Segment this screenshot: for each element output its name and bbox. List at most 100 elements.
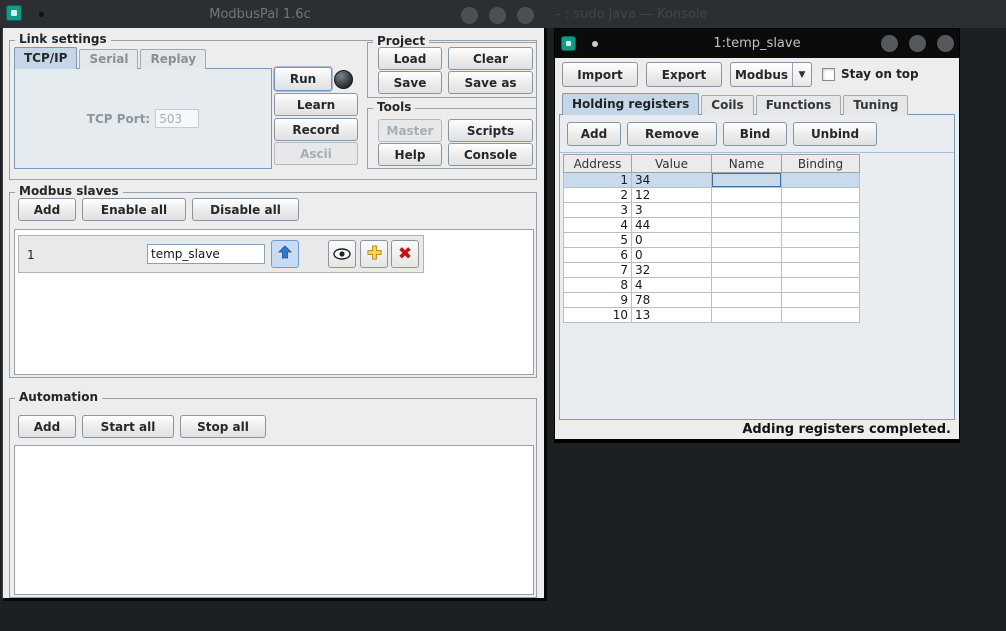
slave-row[interactable]: 1 ✖ (18, 235, 424, 273)
maximize-button[interactable] (489, 7, 506, 24)
register-cell-value[interactable]: 44 (632, 218, 712, 233)
toggle-visibility-button[interactable] (328, 240, 356, 268)
register-row[interactable]: 33 (564, 203, 860, 218)
modbus-slaves-group: Modbus slaves Add Enable all Disable all… (9, 192, 537, 378)
slave-maximize-button[interactable] (909, 35, 926, 52)
tab-replay[interactable]: Replay (140, 49, 206, 69)
save-as-button[interactable]: Save as (448, 71, 533, 94)
register-cell-binding[interactable] (782, 233, 860, 248)
register-cell-value[interactable]: 0 (632, 233, 712, 248)
register-row[interactable]: 732 (564, 263, 860, 278)
clear-button[interactable]: Clear (448, 47, 533, 70)
register-row[interactable]: 212 (564, 188, 860, 203)
tab-serial[interactable]: Serial (79, 49, 138, 69)
register-cell-address[interactable]: 1 (564, 173, 632, 188)
disable-all-button[interactable]: Disable all (192, 198, 299, 221)
bind-button[interactable]: Bind (723, 122, 787, 146)
register-row[interactable]: 84 (564, 278, 860, 293)
register-cell-value[interactable]: 32 (632, 263, 712, 278)
slave-name-field[interactable] (147, 244, 265, 264)
record-button[interactable]: Record (274, 118, 358, 141)
register-cell-address[interactable]: 6 (564, 248, 632, 263)
add-register-button[interactable]: Add (567, 122, 621, 146)
tab-tuning[interactable]: Tuning (843, 95, 908, 115)
register-cell-value[interactable]: 3 (632, 203, 712, 218)
register-row[interactable]: 60 (564, 248, 860, 263)
console-button[interactable]: Console (448, 143, 533, 166)
register-cell-value[interactable]: 78 (632, 293, 712, 308)
add-automation-list-button[interactable]: Add (18, 415, 76, 438)
col-header-value[interactable]: Value (632, 155, 712, 173)
delete-slave-button[interactable]: ✖ (391, 240, 419, 268)
register-cell-binding[interactable] (782, 263, 860, 278)
register-row[interactable]: 134 (564, 173, 860, 188)
register-cell-binding[interactable] (782, 278, 860, 293)
register-cell-name[interactable] (712, 203, 782, 218)
register-cell-name[interactable] (712, 188, 782, 203)
register-cell-address[interactable]: 4 (564, 218, 632, 233)
register-cell-name[interactable] (712, 263, 782, 278)
close-button[interactable] (517, 7, 534, 24)
register-cell-binding[interactable] (782, 188, 860, 203)
minimize-button[interactable] (461, 7, 478, 24)
learn-button[interactable]: Learn (274, 93, 358, 116)
tab-holding-registers[interactable]: Holding registers (562, 93, 699, 115)
show-slave-window-button[interactable] (271, 240, 299, 268)
scripts-button[interactable]: Scripts (448, 119, 533, 142)
tab-coils[interactable]: Coils (701, 95, 753, 115)
col-header-name[interactable]: Name (712, 155, 782, 173)
register-cell-value[interactable]: 0 (632, 248, 712, 263)
enable-all-button[interactable]: Enable all (82, 198, 186, 221)
col-header-address[interactable]: Address (564, 155, 632, 173)
save-button[interactable]: Save (378, 71, 442, 94)
register-cell-binding[interactable] (782, 248, 860, 263)
stop-all-button[interactable]: Stop all (180, 415, 266, 438)
add-slave-button[interactable]: Add (18, 198, 76, 221)
register-row[interactable]: 50 (564, 233, 860, 248)
help-button[interactable]: Help (378, 143, 442, 166)
register-cell-name[interactable] (712, 293, 782, 308)
export-button[interactable]: Export (646, 62, 722, 87)
unbind-button[interactable]: Unbind (793, 122, 877, 146)
import-button[interactable]: Import (562, 62, 638, 87)
register-row[interactable]: 444 (564, 218, 860, 233)
register-cell-binding[interactable] (782, 218, 860, 233)
register-cell-value[interactable]: 34 (632, 173, 712, 188)
register-cell-name[interactable] (712, 233, 782, 248)
slave-close-button[interactable] (937, 35, 954, 52)
register-cell-binding[interactable] (782, 293, 860, 308)
stay-on-top-checkbox[interactable] (822, 68, 835, 81)
register-cell-name[interactable] (712, 308, 782, 323)
start-all-button[interactable]: Start all (82, 415, 174, 438)
add-automation-button[interactable] (360, 240, 388, 268)
remove-register-button[interactable]: Remove (627, 122, 717, 146)
slave-minimize-button[interactable] (881, 35, 898, 52)
register-cell-binding[interactable] (782, 308, 860, 323)
register-cell-name[interactable] (712, 248, 782, 263)
run-button[interactable]: Run (274, 67, 332, 91)
register-cell-binding[interactable] (782, 203, 860, 218)
register-cell-name[interactable] (712, 218, 782, 233)
tab-functions[interactable]: Functions (756, 95, 842, 115)
register-cell-address[interactable]: 9 (564, 293, 632, 308)
register-row[interactable]: 978 (564, 293, 860, 308)
register-cell-binding[interactable] (782, 173, 860, 188)
register-cell-address[interactable]: 5 (564, 233, 632, 248)
register-cell-address[interactable]: 7 (564, 263, 632, 278)
table-header-row: Address Value Name Binding (564, 155, 860, 173)
register-row[interactable]: 1013 (564, 308, 860, 323)
load-button[interactable]: Load (378, 47, 442, 70)
status-message: Adding registers completed. (555, 422, 951, 437)
register-cell-address[interactable]: 10 (564, 308, 632, 323)
register-cell-name[interactable] (712, 278, 782, 293)
register-cell-value[interactable]: 13 (632, 308, 712, 323)
register-cell-name[interactable] (712, 173, 782, 188)
register-cell-value[interactable]: 4 (632, 278, 712, 293)
col-header-binding[interactable]: Binding (782, 155, 860, 173)
tab-tcpip[interactable]: TCP/IP (14, 47, 77, 69)
register-cell-address[interactable]: 2 (564, 188, 632, 203)
register-cell-value[interactable]: 12 (632, 188, 712, 203)
modbus-mode-dropdown[interactable]: Modbus ▼ (730, 62, 812, 87)
register-cell-address[interactable]: 8 (564, 278, 632, 293)
register-cell-address[interactable]: 3 (564, 203, 632, 218)
